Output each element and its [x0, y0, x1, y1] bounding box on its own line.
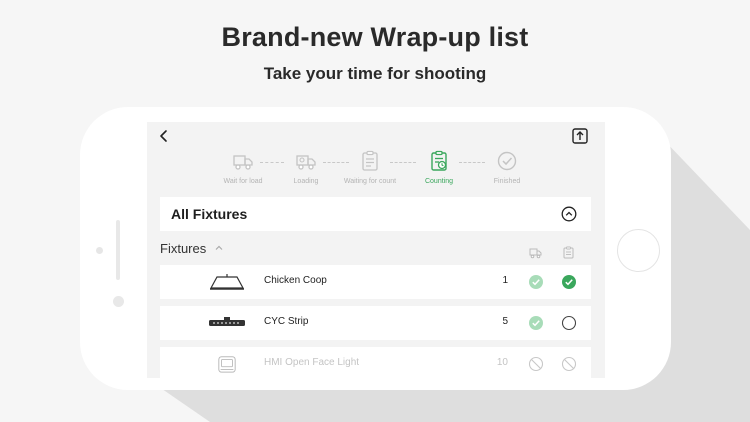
step-label: Wait for load	[223, 178, 263, 185]
chevron-up-circle-icon[interactable]	[561, 206, 577, 222]
check-circle-icon	[497, 151, 517, 171]
step-label: Waiting for count	[343, 178, 397, 185]
fixture-name: HMI Open Face Light	[264, 357, 360, 368]
headline: Brand-new Wrap-up list	[221, 22, 529, 52]
counted-check-icon[interactable]	[561, 274, 577, 290]
truck-column-icon	[529, 248, 542, 259]
loaded-check-icon[interactable]	[528, 274, 544, 290]
step-label: Counting	[424, 178, 454, 185]
step-label: Loading	[293, 178, 319, 185]
step-wait-for-load[interactable]: Wait for load	[208, 150, 278, 185]
fixture-qty: 10	[496, 357, 508, 368]
clipboard-icon	[362, 150, 378, 171]
chevron-up-icon	[215, 245, 223, 250]
counted-disabled-icon	[561, 356, 577, 372]
step-finished[interactable]: Finished	[472, 150, 542, 185]
home-button[interactable]	[617, 229, 660, 272]
clipboard-column-icon	[563, 246, 574, 259]
fixture-name: Chicken Coop	[264, 275, 327, 286]
truck-loading-icon	[296, 155, 316, 170]
back-icon[interactable]	[157, 129, 171, 143]
step-waiting-for-count[interactable]: Waiting for count	[335, 150, 405, 185]
phone-sensor	[96, 247, 103, 254]
fixture-name: CYC Strip	[264, 316, 309, 327]
clipboard-clock-icon	[431, 150, 447, 171]
fixture-row[interactable]: CYC Strip 5	[160, 306, 591, 340]
truck-icon	[233, 155, 253, 170]
upload-icon[interactable]	[571, 127, 589, 145]
fixture-qty: 1	[502, 275, 508, 286]
fixture-row[interactable]: Chicken Coop 1	[160, 265, 591, 299]
all-fixtures-title: All Fixtures	[171, 206, 248, 222]
fixture-row[interactable]: HMI Open Face Light 10	[160, 347, 591, 378]
all-fixtures-header[interactable]: All Fixtures	[160, 197, 591, 231]
fixtures-section-toggle[interactable]: Fixtures	[160, 239, 224, 257]
loaded-disabled-icon	[528, 356, 544, 372]
phone-camera	[113, 296, 124, 307]
subheadline: Take your time for shooting	[263, 64, 487, 83]
counted-empty-circle-icon[interactable]	[561, 315, 577, 331]
section-title: Fixtures	[160, 240, 207, 256]
hmi-light-icon	[218, 356, 236, 373]
step-loading[interactable]: Loading	[271, 150, 341, 185]
cyc-strip-icon	[209, 317, 245, 326]
top-bar: Wait for load Loading Waiting for count …	[147, 122, 605, 192]
app-screen: Wait for load Loading Waiting for count …	[147, 122, 605, 378]
step-label: Finished	[493, 178, 521, 185]
loaded-check-icon[interactable]	[528, 315, 544, 331]
fixture-qty: 5	[502, 316, 508, 327]
step-counting[interactable]: Counting	[404, 150, 474, 185]
phone-speaker	[116, 220, 120, 280]
chicken-coop-icon	[209, 274, 245, 290]
